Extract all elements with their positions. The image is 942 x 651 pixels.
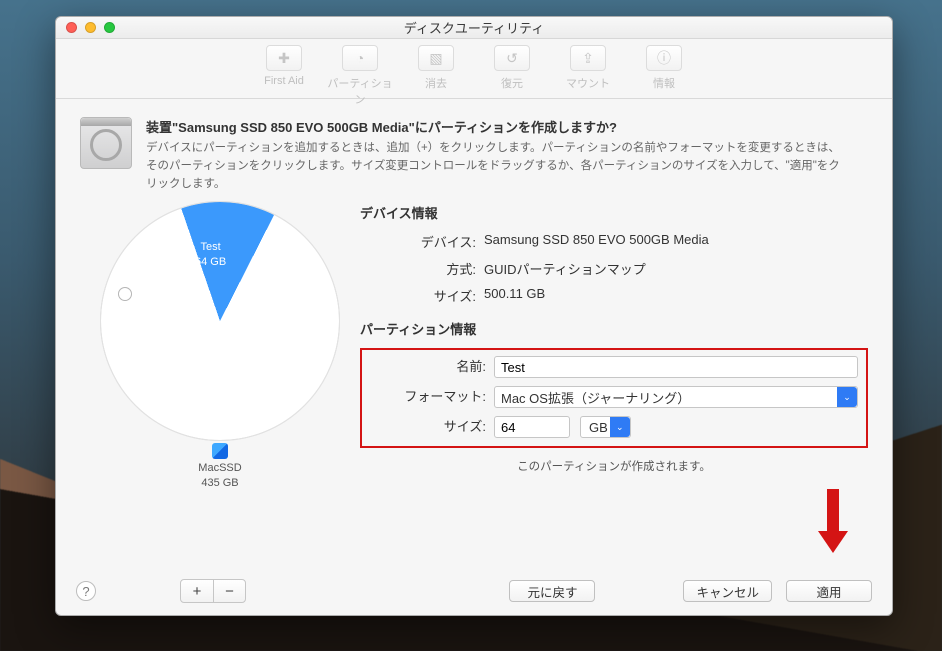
annotation-highlight: 名前: フォーマット: Mac OS拡張（ジャーナリング） ⌄ — [360, 348, 868, 448]
pie-slice-test-label: Test 64 GB — [195, 240, 226, 269]
sheet-header-text: 装置"Samsung SSD 850 EVO 500GB Media"にパーティ… — [146, 117, 846, 193]
window-controls — [56, 22, 115, 33]
partition-size-input[interactable] — [494, 416, 570, 438]
partition-pie-panel: Test 64 GB MacSSD 435 GB — [80, 199, 360, 491]
stethoscope-icon: ✚ — [266, 45, 302, 71]
sheet-header: 装置"Samsung SSD 850 EVO 500GB Media"にパーティ… — [80, 117, 868, 193]
partition-size-unit-select[interactable]: GB ⌄ — [580, 416, 631, 438]
toolbar-mount[interactable]: ⇪ マウント — [553, 45, 623, 91]
restore-icon: ↺ — [494, 45, 530, 71]
add-remove-segmented: + − — [180, 579, 246, 603]
partition-name-input[interactable] — [494, 356, 858, 378]
mount-icon: ⇪ — [570, 45, 606, 71]
remove-partition-button[interactable]: − — [213, 580, 245, 602]
close-window-button[interactable] — [66, 22, 77, 33]
chevron-up-down-icon: ⌄ — [837, 387, 857, 407]
titlebar: ディスクユーティリティ — [56, 17, 892, 39]
toolbar: ✚ First Aid ◔ パーティション ▧ 消去 ↺ 復元 ⇪ マウント ⓘ… — [56, 39, 892, 99]
pie-icon: ◔ — [342, 45, 378, 71]
minimize-window-button[interactable] — [85, 22, 96, 33]
cancel-button[interactable]: キャンセル — [683, 580, 772, 602]
partition-info-heading: パーティション情報 — [360, 319, 868, 338]
partition-format-select[interactable]: Mac OS拡張（ジャーナリング） ⌄ — [494, 386, 858, 408]
erase-icon: ▧ — [418, 45, 454, 71]
sheet-footer: ? + − 元に戻す キャンセル 適用 — [56, 567, 892, 615]
volume-icon — [212, 443, 228, 459]
chevron-up-down-icon: ⌄ — [610, 417, 630, 437]
window-title: ディスクユーティリティ — [56, 18, 892, 37]
device-name-value: Samsung SSD 850 EVO 500GB Media — [484, 232, 868, 251]
pie-resize-handle[interactable] — [118, 287, 132, 301]
add-partition-button[interactable]: + — [181, 580, 213, 602]
toolbar-first-aid[interactable]: ✚ First Aid — [249, 45, 319, 87]
device-size-value: 500.11 GB — [484, 286, 868, 305]
info-panel: デバイス情報 デバイス:Samsung SSD 850 EVO 500GB Me… — [360, 199, 868, 491]
toolbar-info[interactable]: ⓘ 情報 — [629, 45, 699, 91]
annotation-arrow — [818, 489, 848, 559]
toolbar-erase[interactable]: ▧ 消去 — [401, 45, 471, 91]
zoom-window-button[interactable] — [104, 22, 115, 33]
pie-slice-macssd-label: MacSSD 435 GB — [80, 443, 360, 491]
toolbar-partition[interactable]: ◔ パーティション — [325, 45, 395, 107]
apply-button[interactable]: 適用 — [786, 580, 872, 602]
sheet-description: デバイスにパーティションを追加するときは、追加（+）をクリックします。パーティシ… — [146, 140, 846, 193]
sheet-content: 装置"Samsung SSD 850 EVO 500GB Media"にパーティ… — [56, 99, 892, 615]
partition-hint: このパーティションが作成されます。 — [360, 458, 868, 474]
revert-button[interactable]: 元に戻す — [509, 580, 595, 602]
info-icon: ⓘ — [646, 45, 682, 71]
device-info-heading: デバイス情報 — [360, 203, 868, 222]
disk-icon — [80, 117, 132, 169]
disk-utility-window: ディスクユーティリティ ✚ First Aid ◔ パーティション ▧ 消去 ↺… — [55, 16, 893, 616]
partition-pie-chart[interactable]: Test 64 GB — [100, 201, 340, 441]
help-button[interactable]: ? — [76, 581, 96, 601]
partition-scheme-value: GUIDパーティションマップ — [484, 259, 868, 278]
toolbar-restore[interactable]: ↺ 復元 — [477, 45, 547, 91]
